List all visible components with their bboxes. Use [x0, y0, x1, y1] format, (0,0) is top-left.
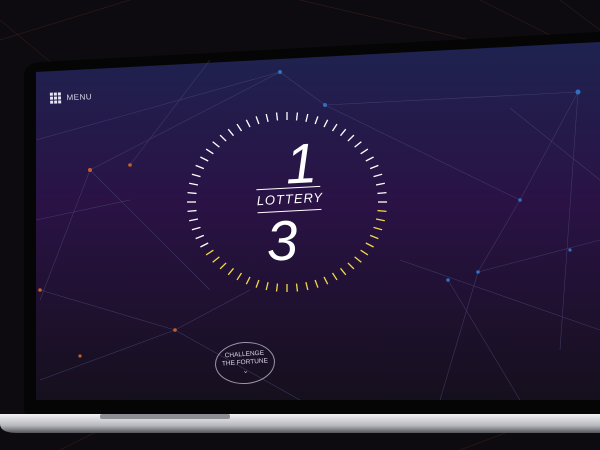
grid-icon: [49, 92, 61, 104]
dial-tick: [377, 209, 387, 213]
challenge-line2: THE FORTUNE: [221, 356, 269, 368]
menu-button[interactable]: MENU: [49, 91, 93, 104]
dial-tick: [377, 191, 387, 195]
menu-label: MENU: [66, 92, 93, 102]
laptop-screen: [36, 42, 600, 400]
laptop-base: [0, 414, 600, 433]
laptop-mockup: [0, 32, 600, 433]
dial-tick: [187, 209, 197, 213]
laptop-notch: [100, 414, 230, 419]
chevron-down-icon: ⌄: [242, 367, 249, 375]
dial-tick: [187, 191, 197, 195]
